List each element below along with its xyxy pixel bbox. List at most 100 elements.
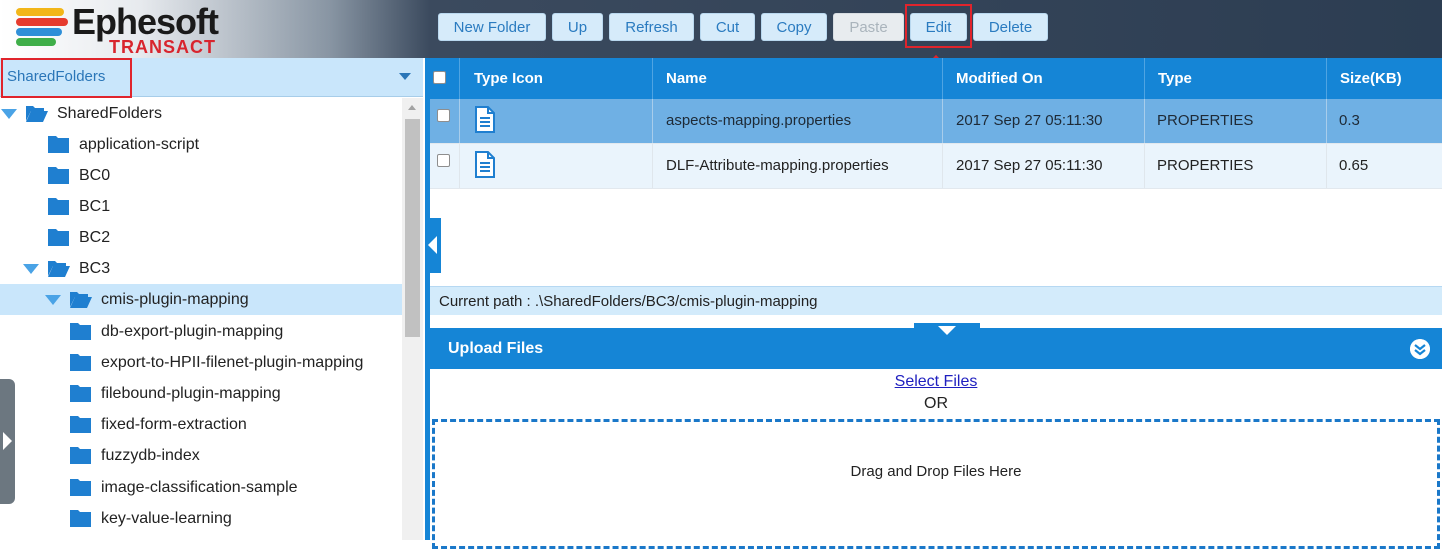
tree-scrollbar[interactable] bbox=[402, 98, 423, 540]
folder-icon bbox=[70, 510, 91, 527]
document-icon bbox=[475, 151, 495, 178]
new-folder-button[interactable]: New Folder bbox=[438, 13, 546, 41]
tree-node-label: BC0 bbox=[79, 167, 111, 184]
folder-icon bbox=[48, 229, 69, 246]
or-label: OR bbox=[924, 395, 948, 412]
tree-node[interactable]: fixed-form-extraction bbox=[0, 409, 402, 440]
logo-stripes-icon bbox=[16, 8, 76, 48]
expand-down-icon[interactable] bbox=[1, 109, 17, 119]
scroll-up-icon[interactable] bbox=[408, 105, 416, 110]
tree-node-label: BC3 bbox=[79, 260, 111, 277]
folder-open-icon bbox=[26, 106, 48, 122]
chevron-left-icon bbox=[428, 236, 437, 254]
tree-node-label: cmis-plugin-mapping bbox=[101, 291, 249, 308]
tree-node-label: BC1 bbox=[79, 198, 111, 215]
tree-node-label: fuzzydb-index bbox=[101, 447, 200, 464]
file-name: DLF-Attribute-mapping.properties bbox=[653, 144, 943, 188]
delete-button[interactable]: Delete bbox=[973, 13, 1048, 41]
col-name[interactable]: Name bbox=[653, 58, 943, 99]
tree-node[interactable]: BC2 bbox=[0, 222, 402, 253]
folder-icon bbox=[70, 416, 91, 433]
table-row[interactable]: aspects-mapping.properties 2017 Sep 27 0… bbox=[430, 99, 1442, 144]
tree-node-label: SharedFolders bbox=[57, 105, 162, 122]
row-select-cell bbox=[430, 144, 460, 188]
col-size[interactable]: Size(KB) bbox=[1327, 58, 1442, 99]
drop-zone[interactable]: Drag and Drop Files Here bbox=[432, 419, 1440, 549]
chevron-right-icon bbox=[3, 432, 12, 450]
tree-node-label: db-export-plugin-mapping bbox=[101, 323, 284, 340]
edit-highlight-box bbox=[905, 4, 972, 48]
select-all-checkbox[interactable] bbox=[433, 71, 446, 84]
expand-down-icon[interactable] bbox=[23, 264, 39, 274]
dropdown-highlight-box bbox=[1, 58, 132, 98]
paste-button[interactable]: Paste bbox=[833, 13, 904, 41]
col-type-icon[interactable]: Type Icon bbox=[460, 58, 653, 99]
folder-icon bbox=[70, 479, 91, 496]
tree-node[interactable]: filebound-plugin-mapping bbox=[0, 378, 402, 409]
tree-node[interactable]: SharedFolders bbox=[0, 98, 402, 129]
up-button[interactable]: Up bbox=[552, 13, 603, 41]
col-type[interactable]: Type bbox=[1145, 58, 1327, 99]
type-icon-cell bbox=[460, 144, 653, 188]
tree-node[interactable]: export-to-HPII-filenet-plugin-mapping bbox=[0, 347, 402, 378]
row-select-cell bbox=[430, 99, 460, 143]
tree-node-label: export-to-HPII-filenet-plugin-mapping bbox=[101, 354, 364, 371]
folder-icon bbox=[70, 385, 91, 402]
cut-button[interactable]: Cut bbox=[700, 13, 755, 41]
tree-node[interactable]: BC1 bbox=[0, 191, 402, 222]
document-icon bbox=[475, 106, 495, 133]
modified-on: 2017 Sep 27 05:11:30 bbox=[943, 144, 1145, 188]
current-path-text: Current path : .\SharedFolders/BC3/cmis-… bbox=[439, 293, 818, 310]
file-type: PROPERTIES bbox=[1145, 144, 1327, 188]
folder-icon bbox=[48, 136, 69, 153]
folder-open-icon bbox=[48, 261, 70, 277]
expand-down-icon[interactable] bbox=[45, 295, 61, 305]
col-modified-on[interactable]: Modified On bbox=[943, 58, 1145, 99]
folder-icon bbox=[70, 354, 91, 371]
select-all-cell bbox=[430, 58, 460, 99]
tree-node[interactable]: cmis-plugin-mapping bbox=[0, 284, 402, 315]
file-size: 0.3 bbox=[1339, 112, 1360, 129]
file-type: PROPERTIES bbox=[1145, 99, 1327, 143]
folder-icon bbox=[70, 447, 91, 464]
tree-node-label: key-value-learning bbox=[101, 510, 232, 527]
tree-node-label: filebound-plugin-mapping bbox=[101, 385, 281, 402]
type-icon-cell bbox=[460, 99, 653, 143]
collapse-left-panel-button[interactable] bbox=[425, 218, 441, 273]
logo-subtext: TRANSACT bbox=[109, 37, 216, 57]
chevron-down-icon[interactable] bbox=[399, 73, 411, 80]
folder-tree: SharedFolders application-script BC0 BC1 BC2… bbox=[0, 98, 402, 540]
row-checkbox[interactable] bbox=[437, 154, 450, 167]
tree-node[interactable]: BC0 bbox=[0, 160, 402, 191]
folder-icon bbox=[70, 323, 91, 340]
copy-button[interactable]: Copy bbox=[761, 13, 827, 41]
tree-node-label: image-classification-sample bbox=[101, 479, 298, 496]
ephesoft-logo: Ephesoft TRANSACT bbox=[16, 1, 236, 57]
tree-node[interactable]: db-export-plugin-mapping bbox=[0, 316, 402, 347]
select-files-link[interactable]: Select Files bbox=[430, 373, 1442, 391]
file-name: aspects-mapping.properties bbox=[653, 99, 943, 143]
tree-node[interactable]: key-value-learning bbox=[0, 503, 402, 534]
logo-text: Ephesoft bbox=[72, 1, 219, 42]
tree-node[interactable]: image-classification-sample bbox=[0, 472, 402, 503]
side-panel-handle[interactable] bbox=[0, 379, 15, 504]
tree-node-label: BC2 bbox=[79, 229, 111, 246]
tree-node[interactable]: fuzzydb-index bbox=[0, 440, 402, 471]
table-row[interactable]: DLF-Attribute-mapping.properties 2017 Se… bbox=[430, 144, 1442, 189]
folder-icon bbox=[48, 198, 69, 215]
refresh-button[interactable]: Refresh bbox=[609, 13, 694, 41]
double-chevron-down-icon[interactable] bbox=[1410, 339, 1430, 359]
scrollbar-thumb[interactable] bbox=[405, 119, 420, 337]
upload-panel-toggle[interactable] bbox=[914, 323, 980, 338]
file-size: 0.65 bbox=[1339, 157, 1369, 174]
modified-on: 2017 Sep 27 05:11:30 bbox=[943, 99, 1145, 143]
tree-node[interactable]: BC3 bbox=[0, 253, 402, 284]
tree-node-label: application-script bbox=[79, 136, 200, 153]
app-header: Ephesoft TRANSACT New Folder Up Refresh … bbox=[0, 0, 1442, 58]
grid-header: Type Icon Name Modified On Type Size(KB) bbox=[430, 58, 1442, 99]
row-checkbox[interactable] bbox=[437, 109, 450, 122]
folder-icon bbox=[48, 167, 69, 184]
tree-node[interactable]: application-script bbox=[0, 129, 402, 160]
chevron-down-icon bbox=[938, 326, 956, 335]
folder-panel: SharedFolders SharedFolders application-s… bbox=[0, 58, 425, 540]
